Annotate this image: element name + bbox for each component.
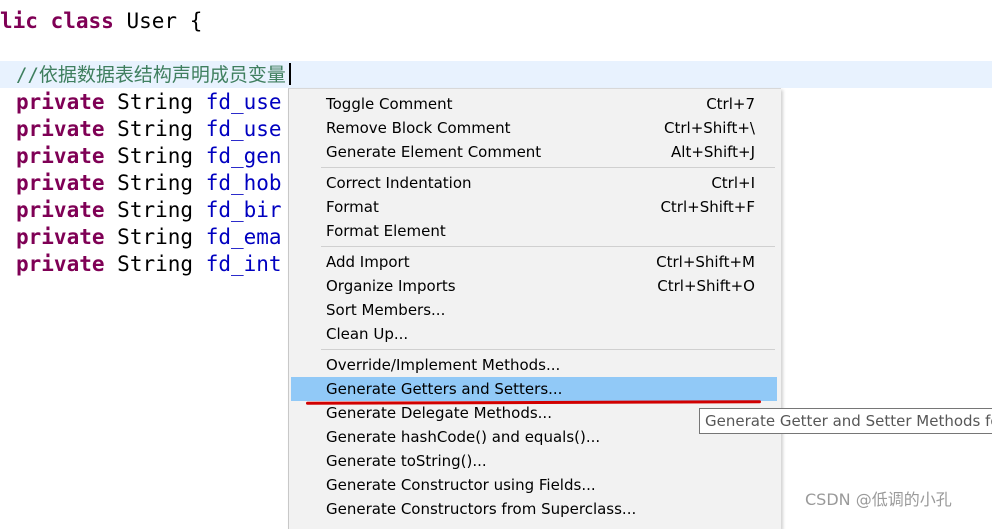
modifier-keyword: private	[16, 117, 105, 141]
menu-item-format-element[interactable]: Format Element	[291, 219, 777, 243]
type-name: String	[117, 252, 194, 276]
modifier-keyword: private	[16, 198, 105, 222]
field-name: fd_gen	[205, 144, 282, 168]
menu-item-shortcut: Ctrl+Shift+O	[657, 277, 755, 295]
field-name: fd_ema	[205, 225, 282, 249]
menu-separator	[321, 349, 775, 350]
menu-separator	[321, 246, 775, 247]
modifier-keyword: private	[16, 90, 105, 114]
watermark: CSDN @低调的小孔	[805, 490, 952, 509]
field-name: fd_use	[205, 90, 282, 114]
field-declaration: private String fd_use	[16, 89, 282, 115]
modifier-keyword: private	[16, 225, 105, 249]
field-name: fd_hob	[205, 171, 282, 195]
menu-item-label: Generate toString()...	[326, 452, 487, 470]
modifier-keyword: private	[16, 171, 105, 195]
type-name: String	[117, 198, 194, 222]
menu-item-generate-tostring[interactable]: Generate toString()...	[291, 449, 777, 473]
menu-item-shortcut: Ctrl+Shift+\	[664, 119, 755, 137]
open-brace: {	[189, 9, 203, 33]
field-declaration: private String fd_use	[16, 116, 282, 142]
menu-item-sort-members[interactable]: Sort Members...	[291, 298, 777, 322]
field-declaration: private String fd_gen	[16, 143, 282, 169]
text-caret	[289, 63, 291, 85]
menu-item-label: Format	[326, 198, 379, 216]
menu-item-correct-indentation[interactable]: Correct Indentation Ctrl+I	[291, 171, 777, 195]
menu-item-toggle-comment[interactable]: Toggle Comment Ctrl+7	[291, 92, 777, 116]
context-menu: Toggle Comment Ctrl+7 Remove Block Commen…	[288, 88, 781, 529]
menu-item-label: Generate Constructors from Superclass...	[326, 500, 637, 518]
menu-item-label: Generate Constructor using Fields...	[326, 476, 596, 494]
modifier-keyword: private	[16, 144, 105, 168]
type-name: String	[117, 90, 194, 114]
code-comment: //依据数据表结构声明成员变量	[16, 64, 286, 86]
type-name: String	[117, 171, 194, 195]
type-name: String	[117, 144, 194, 168]
modifier-keyword: private	[16, 252, 105, 276]
tooltip: Generate Getter and Setter Methods fo	[699, 408, 992, 434]
menu-item-generate-constructors-superclass[interactable]: Generate Constructors from Superclass...	[291, 497, 777, 521]
field-declaration: private String fd_ema	[16, 224, 282, 250]
menu-item-label: Generate Element Comment	[326, 143, 542, 161]
menu-item-label: Organize Imports	[326, 277, 456, 295]
field-name: fd_use	[205, 117, 282, 141]
menu-item-label: Sort Members...	[326, 301, 446, 319]
menu-item-clean-up[interactable]: Clean Up...	[291, 322, 777, 346]
menu-item-label: Correct Indentation	[326, 174, 472, 192]
menu-item-organize-imports[interactable]: Organize Imports Ctrl+Shift+O	[291, 274, 777, 298]
type-name: String	[117, 225, 194, 249]
menu-item-label: Generate Getters and Setters...	[326, 380, 563, 398]
field-name: fd_int	[205, 252, 282, 276]
class-keyword: class	[50, 9, 114, 33]
class-name: User	[126, 9, 178, 33]
field-declaration: private String fd_int	[16, 251, 282, 277]
menu-item-label: Clean Up...	[326, 325, 409, 343]
menu-item-label: Remove Block Comment	[326, 119, 511, 137]
menu-item-label: Generate hashCode() and equals()...	[326, 428, 601, 446]
partial-keyword: lic	[0, 9, 38, 33]
menu-item-override-implement-methods[interactable]: Override/Implement Methods...	[291, 353, 777, 377]
type-name: String	[117, 117, 194, 141]
menu-item-label: Override/Implement Methods...	[326, 356, 561, 374]
field-declaration: private String fd_bir	[16, 197, 282, 223]
menu-item-generate-element-comment[interactable]: Generate Element Comment Alt+Shift+J	[291, 140, 777, 164]
menu-item-remove-block-comment[interactable]: Remove Block Comment Ctrl+Shift+\	[291, 116, 777, 140]
menu-item-generate-constructor-fields[interactable]: Generate Constructor using Fields...	[291, 473, 777, 497]
menu-item-shortcut: Ctrl+Shift+M	[656, 253, 755, 271]
menu-item-generate-getters-setters[interactable]: Generate Getters and Setters...	[291, 377, 777, 401]
field-declaration: private String fd_hob	[16, 170, 282, 196]
menu-item-shortcut: Ctrl+Shift+F	[660, 198, 755, 216]
menu-item-label: Add Import	[326, 253, 410, 271]
menu-separator	[321, 167, 775, 168]
field-name: fd_bir	[205, 198, 282, 222]
menu-item-shortcut: Alt+Shift+J	[671, 143, 755, 161]
class-declaration: lic class User {	[0, 8, 202, 34]
menu-item-label: Toggle Comment	[326, 95, 453, 113]
menu-item-label: Format Element	[326, 222, 446, 240]
menu-item-format[interactable]: Format Ctrl+Shift+F	[291, 195, 777, 219]
menu-item-add-import[interactable]: Add Import Ctrl+Shift+M	[291, 250, 777, 274]
menu-item-shortcut: Ctrl+7	[706, 95, 755, 113]
menu-item-shortcut: Ctrl+I	[711, 174, 755, 192]
